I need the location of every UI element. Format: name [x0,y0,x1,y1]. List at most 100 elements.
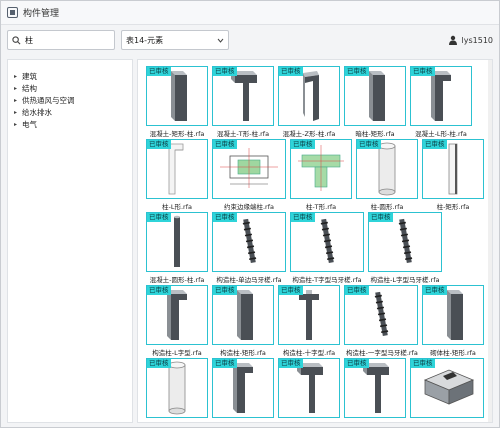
component-row: 已审核 构造柱-L字型.rfa 已审核 构造柱-矩形.rfa 已审核 构造柱-十字型.rf… [146,285,488,358]
tree-item-label: 供热通风与空调 [22,95,75,105]
approved-badge: 已审核 [291,140,315,149]
approved-badge: 已审核 [345,286,369,295]
component-card[interactable]: 已审核暗柱-矩形.rfa [344,66,406,139]
component-thumbnail[interactable]: 已审核 [146,139,208,199]
component-card[interactable]: 已审核构造柱-L字型.rfa [146,285,208,358]
component-thumbnail[interactable]: 已审核 [278,66,340,126]
component-file-name: 混凝土-L形-柱.rfa [415,130,467,138]
search-input[interactable] [25,35,105,45]
approved-badge: 已审核 [213,213,237,222]
approved-badge: 已审核 [147,359,171,368]
approved-badge: 已审核 [411,359,435,368]
component-card[interactable]: 已审核暗柱-T形.rfa [278,358,340,422]
component-card[interactable]: 已审核 混凝土-T形-柱.rfa [212,66,274,139]
main-content: ▸ 建筑 ▸ 结构 ▸ 供热通风与空调 ▸ 给水排水 ▸ 电气 已审核 混凝土-矩形-柱.rfa 已审… [1,57,499,427]
component-card[interactable]: 已审核 柱-L形.rfa [146,139,208,212]
approved-badge: 已审核 [213,67,237,76]
tree-item[interactable]: ▸ 电气 [14,118,128,130]
component-thumbnail[interactable]: 已审核 [344,66,406,126]
category-tree: ▸ 建筑 ▸ 结构 ▸ 供热通风与空调 ▸ 给水排水 ▸ 电气 [7,59,133,423]
expand-arrow-icon[interactable]: ▸ [14,109,22,116]
component-card[interactable]: 已审核 柱-矩形.rfa [422,139,484,212]
expand-arrow-icon[interactable]: ▸ [14,85,22,92]
category-select[interactable]: 表14-元素 [121,30,229,50]
component-file-name: 柱-T形.rfa [305,203,337,211]
search-box[interactable] [7,30,115,50]
component-card[interactable]: 已审核砌体柱-圆形.rfa [146,358,208,422]
vertical-scrollbar[interactable] [488,60,492,422]
approved-badge: 已审核 [423,286,447,295]
component-thumbnail[interactable]: 已审核 [146,285,208,345]
approved-badge: 已审核 [345,67,369,76]
component-file-name: 约束边缘端柱.rfa [223,203,274,211]
component-card[interactable]: 已审核 构造柱-矩形.rfa [212,285,274,358]
component-thumbnail[interactable]: 已审核 [422,139,484,199]
component-card[interactable]: 已审核构造柱-L字型马牙槎.rfa [368,212,442,285]
tree-item[interactable]: ▸ 建筑 [14,70,128,82]
tree-item-label: 建筑 [22,71,37,81]
component-file-name: 矩形上柱墩.rfa [412,420,482,422]
tree-item[interactable]: ▸ 给水排水 [14,106,128,118]
component-thumbnail[interactable]: 已审核 [422,285,484,345]
component-thumbnail[interactable]: 已审核 [212,358,274,418]
component-row: 已审核砌体柱-圆形.rfa已审核暗柱-L形.rfa已审核暗柱-T形.rfa已审核… [146,358,488,422]
component-thumbnail[interactable]: 已审核 [146,212,208,272]
component-thumbnail[interactable]: 已审核 [146,66,208,126]
component-card[interactable]: 已审核混凝土-圆形-柱.rfa [146,212,208,285]
component-card[interactable]: 已审核暗柱-T形.rfa [344,358,406,422]
chevron-down-icon [217,38,224,43]
component-thumbnail[interactable]: 已审核 [410,66,472,126]
component-thumbnail[interactable]: 已审核 [212,139,286,199]
component-card[interactable]: 已审核构造柱-一字型马牙槎.rfa [344,285,418,358]
component-file-name: 构造柱-L字型马牙槎.rfa [370,276,440,284]
expand-arrow-icon[interactable]: ▸ [14,121,22,128]
component-file-name: 混凝土-圆形-柱.rfa [149,276,205,284]
approved-badge: 已审核 [147,286,171,295]
component-thumbnail[interactable]: 已审核 [290,139,352,199]
component-card[interactable]: 已审核约束边缘端柱.rfa [212,139,286,212]
component-thumbnail[interactable]: 已审核 [344,285,418,345]
component-row: 已审核 混凝土-矩形-柱.rfa 已审核 混凝土-T形-柱.rfa 已审核 混凝土-Z形-… [146,66,488,139]
component-file-name: 暗柱-L形.rfa [208,420,278,422]
tree-item[interactable]: ▸ 供热通风与空调 [14,94,128,106]
toolbar: 表14-元素 lys1510 [1,25,499,55]
component-row: 已审核 柱-L形.rfa 已审核 约束边缘端柱.rfa 已审核 柱-T形.rfa 已审核 柱-… [146,139,488,212]
component-thumbnail[interactable]: 已审核 [410,358,484,418]
component-manager-window: 构件管理 表14-元素 lys1510 ▸建筑▸结构▸供热通风与空调▸给水排水▸… [0,0,500,428]
component-thumbnail[interactable]: 已审核 [356,139,418,199]
component-card[interactable]: 已审核 构造柱-十字型.rfa [278,285,340,358]
component-card[interactable]: 已审核 混凝土-矩形-柱.rfa [146,66,208,139]
component-thumbnail[interactable]: 已审核 [290,212,364,272]
component-file-name: 构造柱-一字型马牙槎.rfa [346,349,418,357]
component-card[interactable]: 已审核混凝土-L形-柱.rfa [410,66,472,139]
component-thumbnail[interactable]: 已审核 [212,285,274,345]
component-grid-area: 已审核 混凝土-矩形-柱.rfa 已审核 混凝土-T形-柱.rfa 已审核 混凝土-Z形-… [137,59,493,423]
component-card[interactable]: 已审核矩形上柱墩.rfa [410,358,484,422]
component-card[interactable]: 已审核 柱-圆形.rfa [356,139,418,212]
component-file-name: 构造柱-L字型.rfa [152,349,202,357]
expand-arrow-icon[interactable]: ▸ [14,97,22,104]
expand-arrow-icon[interactable]: ▸ [14,73,22,80]
search-icon [12,35,21,44]
component-card[interactable]: 已审核 构造柱-单边马牙槎.rfa [212,212,286,285]
component-thumbnail[interactable]: 已审核 [278,285,340,345]
approved-badge: 已审核 [213,286,237,295]
component-card[interactable]: 已审核 混凝土-Z形-柱.rfa [278,66,340,139]
approved-badge: 已审核 [279,286,303,295]
t-plan-icon [296,143,346,195]
tree-item[interactable]: ▸ 结构 [14,82,128,94]
component-thumbnail[interactable]: 已审核 [368,212,442,272]
component-thumbnail[interactable]: 已审核 [212,212,286,272]
component-card[interactable]: 已审核 砌体柱-矩形.rfa [422,285,484,358]
component-thumbnail[interactable]: 已审核 [212,66,274,126]
component-file-name: 暗柱-矩形.rfa [355,130,395,138]
user-account[interactable]: lys1510 [448,35,493,45]
component-card[interactable]: 已审核暗柱-L形.rfa [212,358,274,422]
component-card[interactable]: 已审核柱-T形.rfa [290,139,352,212]
component-card[interactable]: 已审核 构造柱-T字型马牙槎.rfa [290,212,364,285]
component-thumbnail[interactable]: 已审核 [344,358,406,418]
component-thumbnail[interactable]: 已审核 [146,358,208,418]
component-grid: 已审核 混凝土-矩形-柱.rfa 已审核 混凝土-T形-柱.rfa 已审核 混凝土-Z形-… [146,66,488,422]
component-thumbnail[interactable]: 已审核 [278,358,340,418]
user-name: lys1510 [461,35,493,45]
